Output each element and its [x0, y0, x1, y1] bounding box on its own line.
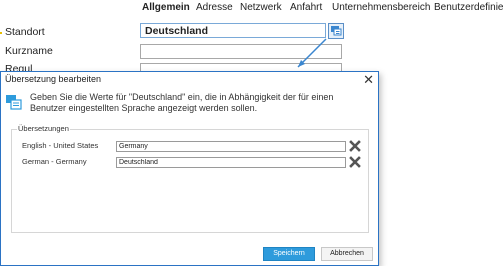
cancel-button[interactable]: Abbrechen [321, 247, 373, 261]
translations-group: Übersetzungen English - United States Ge… [11, 124, 369, 233]
translation-dialog: Übersetzung bearbeiten ✕ Geben Sie die W… [0, 71, 379, 266]
translation-info-icon [6, 95, 22, 110]
tab-benutzerdefiniert[interactable]: Benutzerdefiniert [434, 2, 503, 13]
dialog-titlebar[interactable]: Übersetzung bearbeiten ✕ [1, 72, 378, 88]
translation-input-en-us[interactable] [116, 141, 346, 152]
kurzname-input[interactable] [140, 44, 342, 59]
language-label-en-us: English - United States [22, 141, 99, 150]
standort-input[interactable]: Deutschland [140, 23, 326, 38]
dialog-title: Übersetzung bearbeiten [5, 74, 102, 84]
save-button[interactable]: Speichern [263, 247, 315, 261]
required-marker [0, 32, 2, 34]
tab-bar: Allgemein Adresse Netzwerk Anfahrt Unter… [136, 0, 503, 14]
tab-allgemein[interactable]: Allgemein [142, 2, 190, 13]
standort-label: Standort [5, 26, 45, 38]
kurzname-label: Kurzname [5, 45, 53, 57]
tab-anfahrt[interactable]: Anfahrt [290, 2, 322, 13]
language-label-de-de: German - Germany [22, 157, 87, 166]
translate-icon [331, 26, 342, 36]
translations-group-label: Übersetzungen [17, 124, 70, 133]
tab-adresse[interactable]: Adresse [196, 2, 233, 13]
standort-value: Deutschland [145, 25, 209, 37]
dialog-info-text: Geben Sie die Werte für "Deutschland" ei… [30, 92, 334, 113]
close-icon[interactable]: ✕ [363, 72, 374, 88]
translation-input-de-de[interactable] [116, 157, 346, 168]
marker-blank [0, 50, 2, 52]
translate-button[interactable] [328, 23, 344, 39]
tab-netzwerk[interactable]: Netzwerk [240, 2, 282, 13]
delete-x-icon[interactable] [349, 140, 361, 152]
delete-x-icon[interactable] [349, 156, 361, 168]
tab-unternehmensbereich[interactable]: Unternehmensbereich [332, 2, 430, 13]
